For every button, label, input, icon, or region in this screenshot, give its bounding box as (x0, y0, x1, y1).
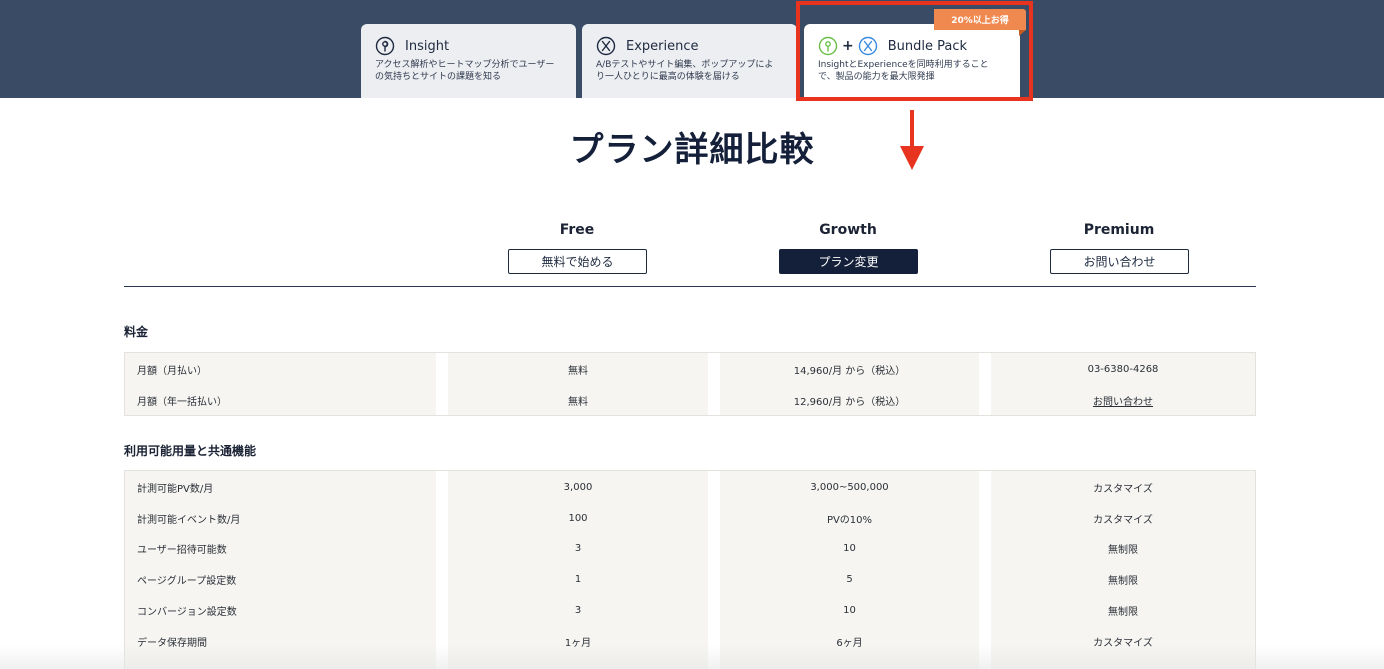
row-label: データ保存期間 (137, 638, 207, 649)
table-row: 計測可能PV数/月 3,000 3,000~500,000 カスタマイズ (125, 472, 1255, 503)
plus-sign: + (842, 38, 854, 54)
start-free-button[interactable]: 無料で始める (508, 249, 647, 274)
contact-link[interactable]: お問い合わせ (991, 385, 1255, 416)
plan-name-premium: Premium (1083, 222, 1155, 238)
plan-name-growth: Growth (819, 222, 877, 238)
row-label: ページグループ設定数 (137, 576, 237, 587)
growth-value: 3,000~500,000 (810, 482, 889, 493)
row-label: 月額（月払い） (137, 366, 207, 377)
premium-value: 03-6380-4268 (1087, 364, 1159, 375)
pricing-table: 月額（月払い） 無料 14,960/月 から（税込） 03-6380-4268 … (124, 352, 1256, 416)
badge-fold (1019, 30, 1026, 36)
plan-name-free: Free (559, 222, 595, 238)
capacity-table: 計測可能PV数/月 3,000 3,000~500,000 カスタマイズ 計測可… (124, 470, 1256, 669)
insight-icon (818, 36, 838, 56)
free-value: 3 (574, 543, 582, 554)
tab-insight[interactable]: Insight アクセス解析やヒートマップ分析でユーザー の気持ちとサイトの課題… (361, 24, 576, 98)
free-value: 3,000 (563, 482, 593, 493)
premium-value: 無制限 (1108, 545, 1138, 556)
header-divider (124, 286, 1256, 287)
growth-value: 10 (843, 543, 856, 554)
growth-value: 14,960/月 から（税込） (793, 366, 906, 377)
section-title-pricing: 料金 (124, 325, 149, 339)
table-row: データ保存期間 1ヶ月 6ヶ月 カスタマイズ (125, 626, 1255, 657)
row-label: コンバージョン設定数 (137, 607, 237, 618)
growth-value: 5 (846, 574, 853, 585)
row-label: 月額（年一括払い） (137, 397, 227, 408)
row-label: ユーザー招待可能数 (137, 545, 227, 556)
change-plan-button[interactable]: プラン変更 (779, 249, 918, 274)
table-row: 月額（月払い） 無料 14,960/月 から（税込） 03-6380-4268 (125, 354, 1255, 385)
growth-value: 6ヶ月 (836, 638, 863, 649)
premium-value: 無制限 (1108, 607, 1138, 618)
tab-bundle-desc: InsightとExperienceを同時利用すること で、製品の能力を最大限発… (818, 60, 989, 82)
premium-value: カスタマイズ (1093, 638, 1153, 649)
tab-insight-desc: アクセス解析やヒートマップ分析でユーザー の気持ちとサイトの課題を知る (375, 60, 555, 82)
free-value: 3 (574, 605, 582, 616)
table-row: ユーザー招待可能数 3 10 無制限 (125, 533, 1255, 564)
free-value: 1 (574, 574, 582, 585)
experience-icon (858, 36, 878, 56)
free-value: 無料 (568, 366, 588, 377)
tab-experience[interactable]: Experience A/Bテストやサイト編集、ポップアップによ り一人ひとりに… (582, 24, 797, 98)
premium-value: カスタマイズ (1093, 515, 1153, 526)
section-title-capacity: 利用可能用量と共通機能 (124, 444, 257, 458)
tab-bundle-title: Bundle Pack (887, 38, 968, 54)
experience-icon (596, 36, 616, 56)
insight-icon (375, 36, 395, 56)
growth-value: PVの10% (826, 515, 873, 526)
tab-experience-title: Experience (626, 38, 699, 54)
tab-experience-desc: A/Bテストやサイト編集、ポップアップによ り一人ひとりに最高の体験を届ける (596, 60, 774, 82)
free-value: 無料 (568, 397, 588, 408)
premium-value: 無制限 (1108, 576, 1138, 587)
contact-button[interactable]: お問い合わせ (1050, 249, 1189, 274)
tab-bundle-pack[interactable]: + Bundle Pack InsightとExperienceを同時利用するこ… (804, 24, 1020, 98)
table-row: ページグループ設定数 1 5 無制限 (125, 564, 1255, 595)
free-value: 100 (568, 513, 588, 524)
discount-badge: 20%以上お得 (934, 9, 1026, 30)
table-row: コンバージョン設定数 3 10 無制限 (125, 595, 1255, 626)
premium-value: カスタマイズ (1093, 484, 1153, 495)
free-value: 1ヶ月 (564, 638, 592, 649)
table-row: 計測可能イベント数/月 100 PVの10% カスタマイズ (125, 503, 1255, 534)
row-label: 計測可能PV数/月 (137, 484, 214, 495)
row-label: 計測可能イベント数/月 (137, 515, 241, 526)
growth-value: 10 (843, 605, 856, 616)
tab-insight-title: Insight (405, 38, 450, 54)
table-row: 月額（年一括払い） 無料 12,960/月 から（税込） お問い合わせ (125, 385, 1255, 416)
growth-value: 12,960/月 から（税込） (793, 397, 906, 408)
page-title: プラン詳細比較 (569, 130, 815, 170)
